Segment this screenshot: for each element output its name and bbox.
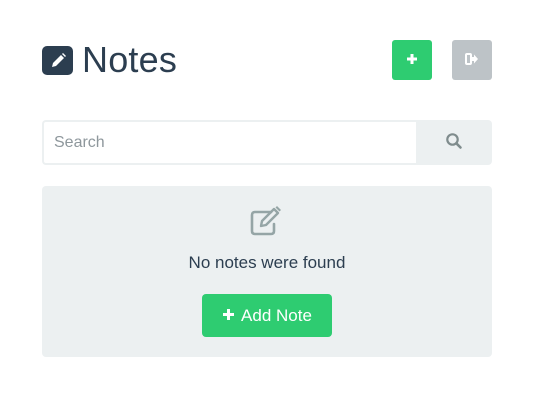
sign-out-icon [465,52,479,68]
empty-state-message: No notes were found [188,253,346,272]
plus-icon [222,306,235,326]
notes-page: Notes Search No notes were found Add Not… [0,0,534,411]
page-title: Notes [82,39,178,80]
search-bar [42,120,492,165]
plus-icon [406,53,418,68]
logout-button[interactable] [452,40,492,80]
pencil-square-icon [42,46,73,75]
search-input[interactable] [42,120,416,165]
add-note-label: Add Note [241,305,312,325]
empty-state-panel: No notes were found Add Note [42,186,492,357]
add-note-button[interactable]: Add Note [202,294,332,337]
search-button[interactable] [416,120,492,165]
add-note-header-button[interactable] [392,40,432,80]
edit-icon [249,206,285,236]
search-icon [445,132,463,153]
